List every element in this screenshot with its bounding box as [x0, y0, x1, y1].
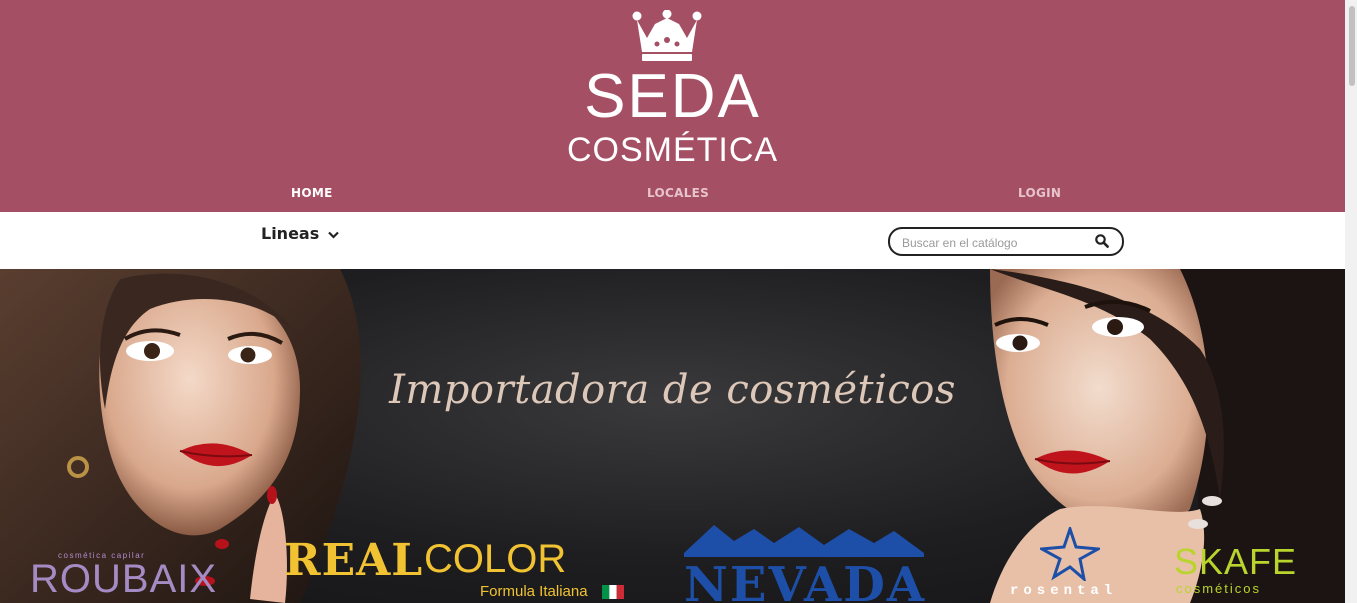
brand-skafe[interactable]: SKAFE cosméticos	[1172, 541, 1302, 603]
search-icon[interactable]	[1094, 233, 1110, 249]
lineas-dropdown[interactable]: Lineas	[261, 224, 339, 243]
brand-roubaix-name: ROUBAIX	[30, 557, 218, 601]
brand-roubaix[interactable]: cosmética capilar ROUBAIX	[30, 551, 216, 603]
page-scrollbar[interactable]	[1345, 0, 1357, 603]
brand-realcolor-name-a: REAL	[284, 535, 424, 586]
brand-nevada-name: NEVADA	[684, 557, 927, 603]
lineas-label: Lineas	[261, 224, 320, 243]
hero-banner: Importadora de cosméticos cosmética capi…	[0, 269, 1345, 603]
logo-wordmark-seda[interactable]: SEDA	[0, 62, 1345, 132]
toolbar	[0, 212, 1345, 269]
brand-skafe-sub: cosméticos	[1176, 581, 1262, 596]
chevron-down-icon	[328, 231, 339, 239]
brand-nevada[interactable]: NEVADA	[684, 523, 924, 603]
mountain-logo-icon	[684, 525, 924, 557]
scrollbar-thumb[interactable]	[1349, 6, 1355, 86]
nav-locales[interactable]: LOCALES	[647, 186, 709, 200]
banner-tagline: Importadora de cosméticos	[389, 367, 956, 413]
brand-realcolor-sub: Formula Italiana	[480, 583, 588, 600]
brand-realcolor[interactable]: REAL COLOR Formula Italiana	[284, 535, 629, 603]
brand-realcolor-name-b: COLOR	[424, 537, 567, 581]
logo-wordmark-cosmetica[interactable]: COSMÉTICA	[0, 130, 1345, 170]
nav-login[interactable]: LOGIN	[1018, 186, 1061, 200]
brand-rosental[interactable]: rosental	[1010, 527, 1140, 603]
search-input[interactable]	[900, 232, 1084, 253]
crown-icon	[632, 10, 702, 61]
italy-flag-icon	[602, 585, 624, 599]
nav-home[interactable]: HOME	[291, 186, 333, 200]
brand-rosental-name: rosental	[1010, 583, 1118, 599]
star-logo-icon	[1040, 527, 1100, 581]
search-box	[888, 227, 1124, 256]
brand-skafe-name: SKAFE	[1174, 541, 1298, 582]
